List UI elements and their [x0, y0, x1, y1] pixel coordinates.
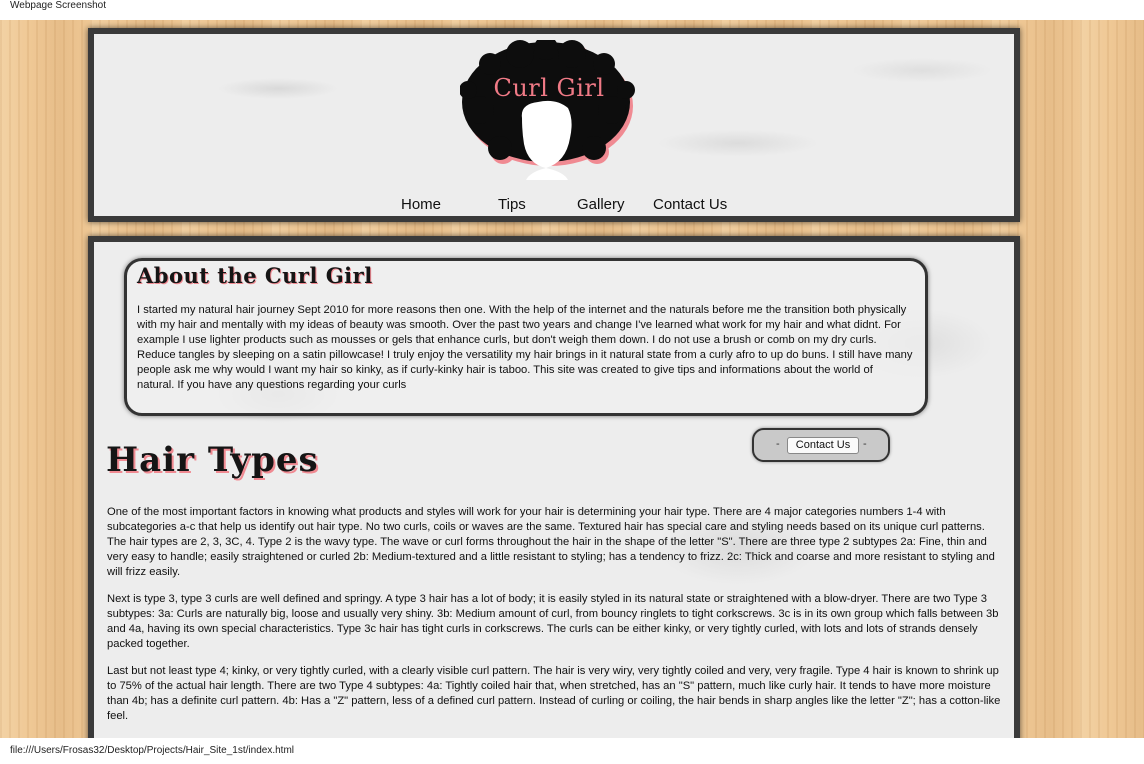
- contact-us-button[interactable]: Contact Us: [787, 437, 859, 454]
- about-text: I started my natural hair journey Sept 2…: [137, 304, 913, 391]
- afro-silhouette-icon: [459, 36, 635, 180]
- hair-types-paragraph: Last but not least type 4; kinky, or ver…: [107, 665, 1001, 722]
- site-logo[interactable]: Curl Girl: [459, 36, 638, 180]
- nav-contact-us[interactable]: Contact Us: [653, 196, 727, 213]
- nav-home[interactable]: Home: [401, 196, 441, 213]
- main-panel: About the Curl Girl I started my natural…: [88, 236, 1020, 738]
- contact-dash-right: -: [863, 438, 867, 450]
- about-section: About the Curl Girl I started my natural…: [124, 258, 928, 416]
- hair-types-body: One of the most important factors in kno…: [107, 505, 1007, 736]
- hair-types-title: Hair Types: [106, 440, 319, 480]
- contact-dash-left: -: [776, 438, 780, 450]
- nav-tips[interactable]: Tips: [498, 196, 526, 213]
- header-panel: Curl Girl Home Tips Gallery Contact Us: [88, 28, 1020, 222]
- hair-types-paragraph: Next is type 3, type 3 curls are well de…: [107, 593, 999, 650]
- logo-text: Curl Girl: [493, 74, 605, 102]
- page-viewport: Curl Girl Home Tips Gallery Contact Us A…: [0, 20, 1144, 738]
- main-nav: Home Tips Gallery Contact Us: [94, 196, 1014, 218]
- contact-widget: - Contact Us -: [752, 428, 890, 462]
- hair-types-paragraph: One of the most important factors in kno…: [107, 506, 995, 578]
- about-title: About the Curl Girl: [137, 263, 373, 288]
- screenshot-caption: Webpage Screenshot: [10, 0, 106, 11]
- status-bar-url: file:///Users/Frosas32/Desktop/Projects/…: [0, 738, 1144, 758]
- nav-gallery[interactable]: Gallery: [577, 196, 625, 213]
